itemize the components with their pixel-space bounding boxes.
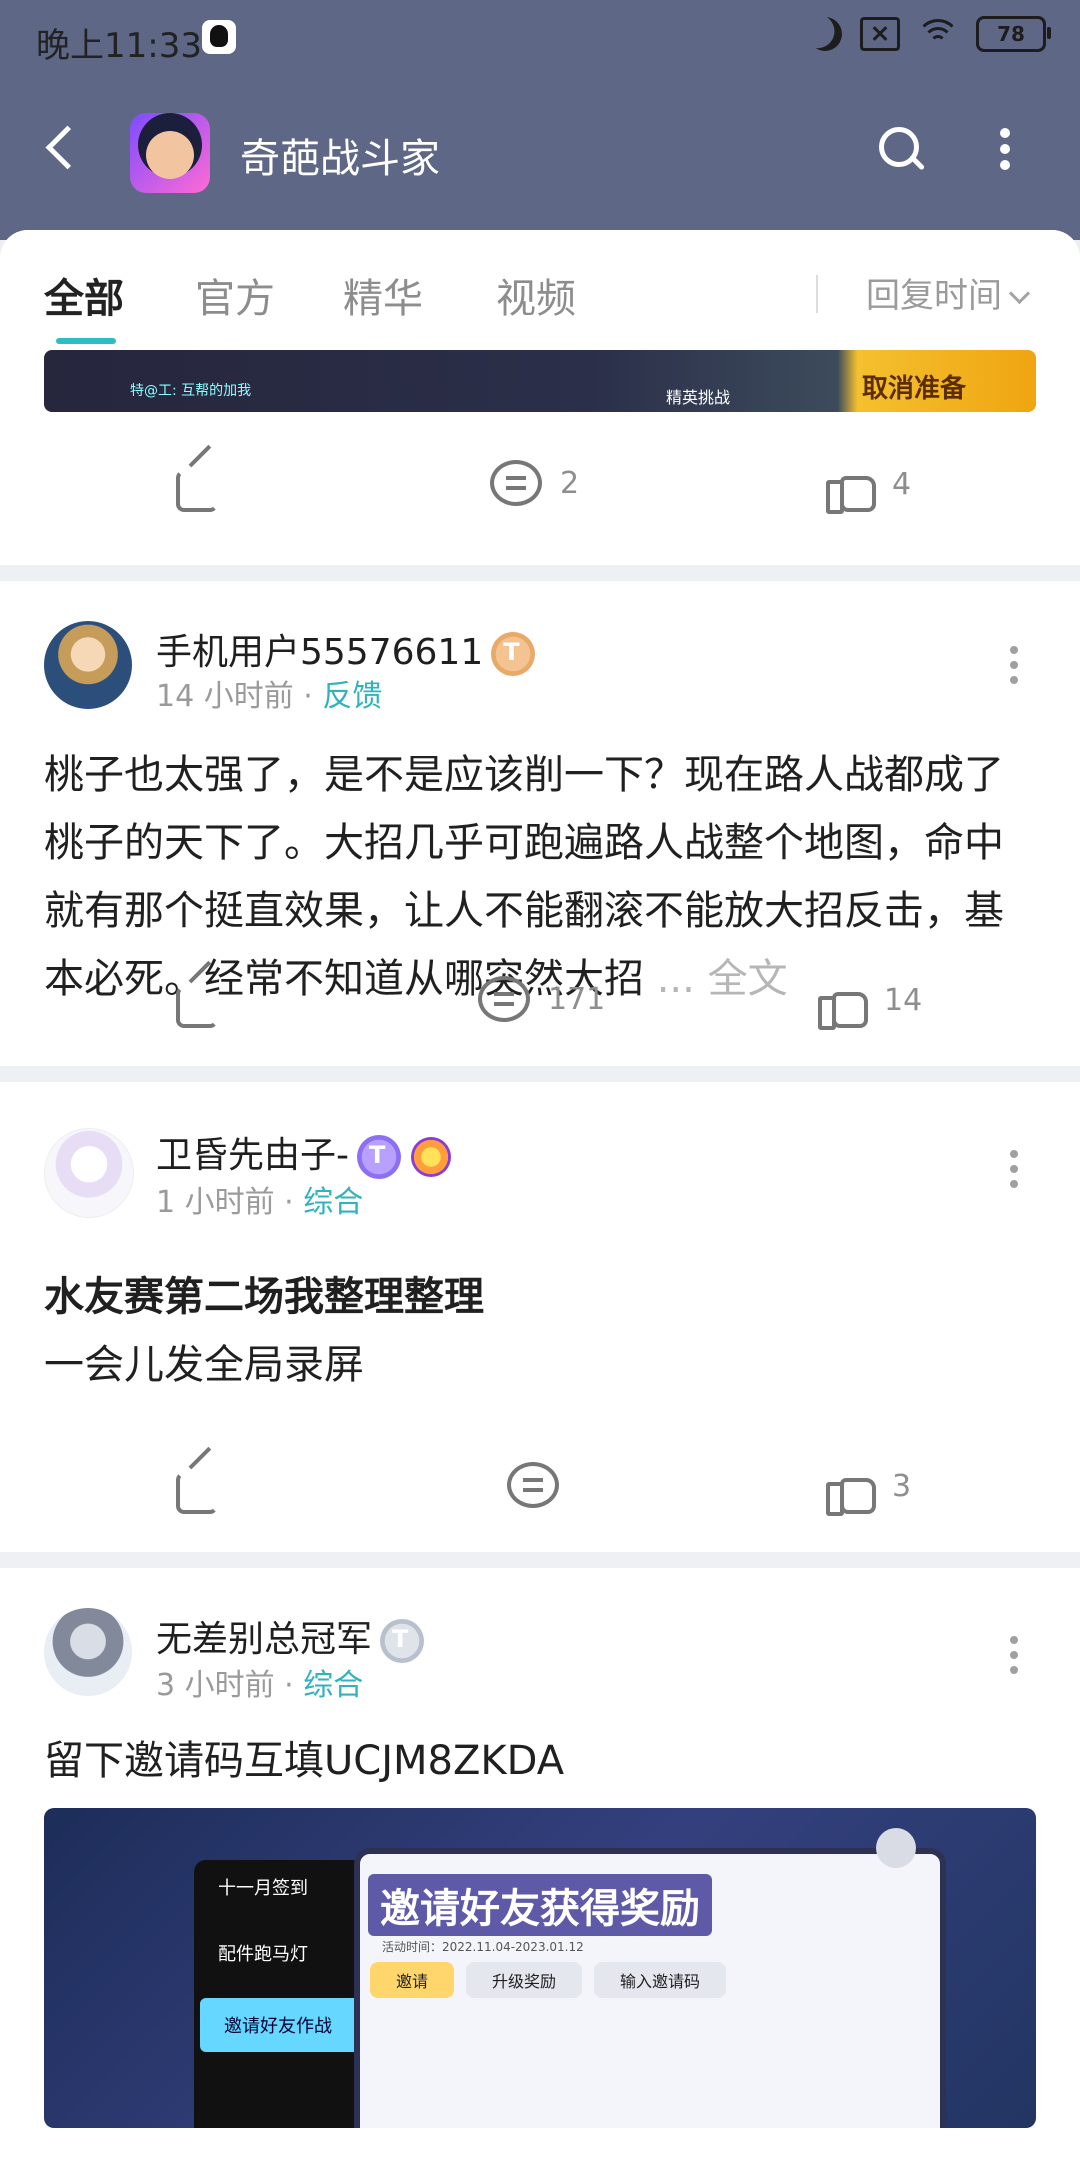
image-panel: 邀请好友获得奖励 活动时间：2022.11.04-2023.01.12 邀请 升… — [354, 1848, 946, 2128]
image-mode-label: 精英挑战 — [666, 388, 731, 407]
comment-icon — [507, 1462, 559, 1508]
level-badge-icon — [380, 1619, 425, 1663]
image-tab: 输入邀请码 — [594, 1962, 727, 1998]
close-icon — [876, 1828, 916, 1868]
post-meta: 3 小时前 · 综合 — [156, 1668, 364, 1703]
like-icon — [826, 460, 876, 514]
like-button[interactable]: 3 — [826, 1462, 912, 1516]
divider — [0, 1066, 1080, 1082]
post-more-button[interactable] — [1010, 1150, 1020, 1188]
post-subtitle[interactable]: 一会儿发全局录屏 — [44, 1332, 364, 1390]
post-more-button[interactable] — [1010, 646, 1020, 684]
sticker-icon — [411, 1137, 451, 1177]
like-count: 14 — [884, 982, 923, 1018]
back-button[interactable] — [40, 128, 80, 168]
post-card[interactable]: 卫昏先由子- 1 小时前 · 综合 水友赛第二场我整理整理 一会儿发全局录屏 3 — [0, 1082, 1080, 1552]
post-image[interactable]: 特@工: 互帮的加我 精英挑战 取消准备 — [44, 350, 1036, 412]
comment-icon — [478, 976, 530, 1022]
tab-all[interactable]: 全部 — [44, 266, 124, 344]
sort-dropdown[interactable]: 回复时间 — [866, 268, 1031, 317]
image-tabs: 邀请 升级奖励 输入邀请码 — [370, 1962, 727, 1998]
category-link[interactable]: 综合 — [303, 1668, 363, 1703]
avatar[interactable] — [44, 621, 132, 709]
sim-off-icon — [860, 17, 900, 51]
post-card[interactable]: 手机用户55576611 14 小时前 · 反馈 桃子也太强了，是不是应该削一下… — [0, 581, 1080, 1066]
moon-icon — [803, 12, 847, 56]
divider — [816, 275, 818, 313]
divider — [0, 1552, 1080, 1568]
avatar[interactable] — [44, 1608, 132, 1696]
wifi-icon — [916, 19, 960, 49]
image-tab: 升级奖励 — [466, 1962, 583, 1998]
comment-count: 171 — [548, 981, 606, 1017]
comment-button[interactable]: 2 — [490, 460, 579, 506]
post-actions: 171 14 — [0, 946, 1080, 1066]
status-time: 晚上11:33 — [36, 26, 202, 66]
post-image[interactable]: 十一月签到 配件跑马灯 邀请好友作战 邀请好友获得奖励 活动时间：2022.11… — [44, 1808, 1036, 2128]
like-button[interactable]: 14 — [818, 976, 923, 1030]
tab-official[interactable]: 官方 — [195, 266, 275, 324]
status-icons: 78 — [808, 16, 1051, 52]
level-badge-icon — [491, 632, 536, 676]
image-date: 活动时间：2022.11.04-2023.01.12 — [382, 1940, 584, 1954]
like-count: 3 — [892, 1468, 912, 1504]
share-button[interactable] — [174, 1462, 222, 1514]
content-sheet: 全部 官方 精华 视频 回复时间 特@工: 互帮的加我 精英挑战 取消准备 2 … — [0, 230, 1080, 2160]
username[interactable]: 手机用户55576611 — [156, 623, 536, 676]
like-icon — [826, 1462, 876, 1516]
app-icon[interactable] — [130, 113, 210, 193]
image-cancel-label: 取消准备 — [861, 374, 966, 404]
level-badge-icon — [357, 1135, 401, 1179]
post-card[interactable]: 无差别总冠军 3 小时前 · 综合 留下邀请码互填UCJM8ZKDA 十一月签到… — [0, 1568, 1080, 2160]
like-count: 4 — [892, 466, 912, 502]
share-icon — [174, 1462, 222, 1514]
category-link[interactable]: 综合 — [303, 1185, 363, 1220]
post-title[interactable]: 水友赛第二场我整理整理 — [44, 1264, 484, 1322]
image-menu-item: 邀请好友作战 — [200, 1998, 378, 2052]
qq-icon — [202, 20, 236, 54]
battery-icon: 78 — [976, 16, 1051, 52]
comment-icon — [490, 460, 542, 506]
chevron-down-icon — [1008, 282, 1031, 305]
post-actions: 3 — [0, 1432, 1080, 1552]
category-link[interactable]: 反馈 — [322, 679, 382, 714]
divider — [0, 565, 1080, 581]
tab-featured[interactable]: 精华 — [343, 266, 423, 324]
share-button[interactable] — [174, 976, 222, 1028]
page-title: 奇葩战斗家 — [240, 136, 440, 182]
post-meta: 1 小时前 · 综合 — [156, 1185, 364, 1220]
active-tab-indicator — [56, 338, 116, 344]
post-more-button[interactable] — [1010, 1636, 1020, 1674]
image-chat-text: 特@工: 互帮的加我 — [130, 383, 252, 399]
username[interactable]: 卫昏先由子- — [156, 1126, 451, 1179]
share-button[interactable] — [174, 460, 222, 512]
like-button[interactable]: 4 — [826, 460, 912, 514]
avatar[interactable] — [44, 1128, 134, 1218]
like-icon — [818, 976, 868, 1030]
comment-count: 2 — [560, 465, 580, 501]
post-body[interactable]: 留下邀请码互填UCJM8ZKDA — [44, 1728, 564, 1786]
share-icon — [174, 976, 222, 1028]
post-actions: 2 4 — [0, 430, 1080, 550]
comment-button[interactable]: 171 — [478, 976, 605, 1022]
title-bar: 奇葩战斗家 — [0, 100, 1080, 205]
post-meta: 14 小时前 · 反馈 — [156, 679, 383, 714]
share-icon — [174, 460, 222, 512]
search-button[interactable] — [875, 125, 925, 175]
comment-button[interactable] — [507, 1462, 559, 1508]
more-menu-button[interactable] — [1000, 128, 1012, 172]
tab-videos[interactable]: 视频 — [496, 266, 576, 324]
username[interactable]: 无差别总冠军 — [156, 1610, 425, 1663]
tab-bar: 全部 官方 精华 视频 回复时间 — [0, 230, 1080, 350]
image-tab: 邀请 — [370, 1962, 455, 1998]
image-title: 邀请好友获得奖励 — [368, 1874, 712, 1936]
app-header: 晚上11:33 78 奇葩战斗家 — [0, 0, 1080, 240]
status-bar: 晚上11:33 78 — [0, 0, 1080, 80]
